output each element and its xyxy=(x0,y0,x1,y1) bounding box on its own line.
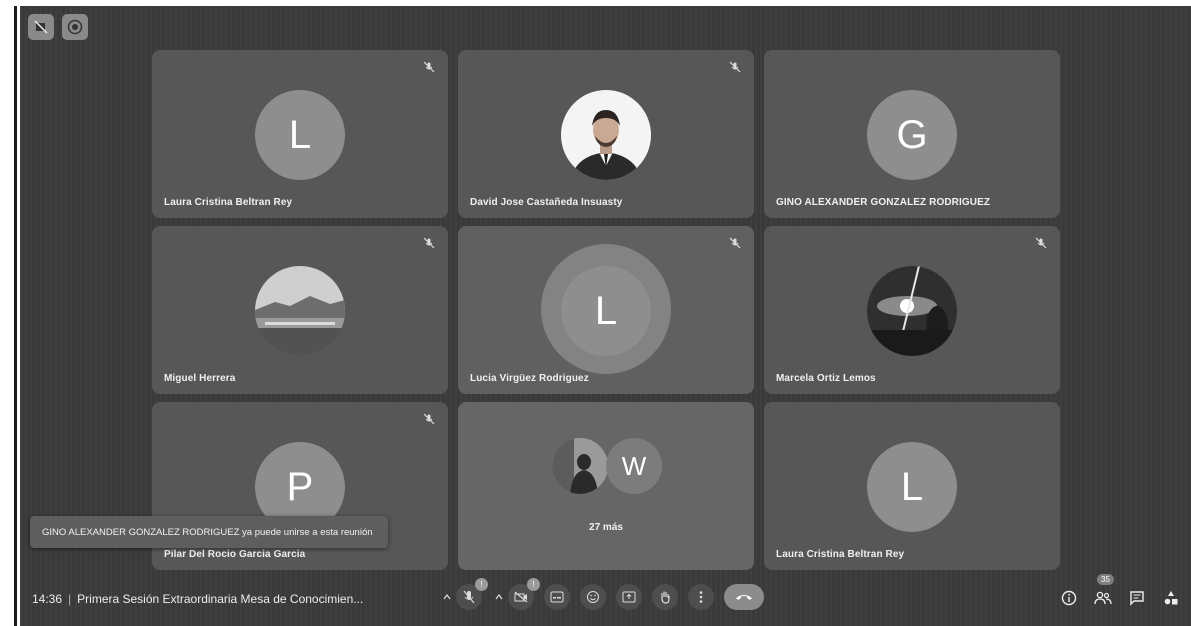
people-button[interactable]: 35 xyxy=(1093,574,1114,608)
more-participants-tile[interactable]: W 27 más xyxy=(458,402,754,570)
end-call-icon xyxy=(736,595,752,600)
participant-tile[interactable]: David Jose Castañeda Insuasty xyxy=(458,50,754,218)
top-left-controls xyxy=(28,14,88,40)
mic-off-icon xyxy=(422,412,436,426)
microphone-button[interactable]: ! xyxy=(456,578,488,610)
camera-icon xyxy=(514,591,528,603)
mic-off-icon xyxy=(422,236,436,250)
participant-tile[interactable]: Miguel Herrera xyxy=(152,226,448,394)
participant-name: David Jose Castañeda Insuasty xyxy=(470,197,623,208)
mic-off-icon xyxy=(1034,236,1048,250)
more-options-icon xyxy=(699,591,703,603)
present-screen-icon xyxy=(622,591,636,603)
chevron-up-icon[interactable] xyxy=(492,590,506,604)
chat-icon[interactable] xyxy=(1127,588,1147,608)
avatar-photo xyxy=(561,90,651,180)
mic-off-icon xyxy=(422,60,436,74)
raise-hand-icon xyxy=(661,591,670,604)
avatar-photo xyxy=(552,438,608,494)
participant-name: Marcela Ortiz Lemos xyxy=(776,373,876,384)
left-border xyxy=(14,6,17,626)
captions-button[interactable] xyxy=(544,584,570,610)
meeting-separator: | xyxy=(68,592,72,606)
join-notification: GINO ALEXANDER GONZALEZ RODRIGUEZ ya pue… xyxy=(30,516,388,548)
participant-tile-speaking[interactable]: L Lucia Virgüez Rodriguez xyxy=(458,226,754,394)
captions-icon xyxy=(550,591,564,603)
emoji-button[interactable] xyxy=(580,584,606,610)
participant-tile[interactable]: L Laura Cristina Beltran Rey xyxy=(764,402,1060,570)
meeting-info: 14:36 | Primera Sesión Extraordinaria Mesa… xyxy=(32,592,363,606)
meeting-time: 14:36 xyxy=(32,592,63,606)
end-call-button[interactable] xyxy=(724,584,764,610)
camera-warning-badge: ! xyxy=(527,578,540,591)
mic-off-icon xyxy=(728,60,742,74)
record-icon[interactable] xyxy=(62,14,88,40)
participant-name: Pilar Del Rocio Garcia Garcia xyxy=(164,549,306,560)
participant-tile[interactable]: Marcela Ortiz Lemos xyxy=(764,226,1060,394)
participant-tile[interactable]: L Laura Cristina Beltran Rey xyxy=(152,50,448,218)
people-icon xyxy=(1094,591,1112,605)
mic-warning-badge: ! xyxy=(475,578,488,591)
present-screen-button[interactable] xyxy=(616,584,642,610)
avatar: L xyxy=(561,266,651,356)
call-controls: ! ! xyxy=(440,578,764,610)
camera-off-icon[interactable] xyxy=(28,14,54,40)
camera-button[interactable]: ! xyxy=(508,578,540,610)
mic-off-icon xyxy=(728,236,742,250)
participant-name: Miguel Herrera xyxy=(164,373,236,384)
notification-text: GINO ALEXANDER GONZALEZ RODRIGUEZ ya pue… xyxy=(42,526,373,538)
avatar-photo xyxy=(255,266,345,356)
activities-icon[interactable] xyxy=(1161,588,1181,608)
info-icon[interactable] xyxy=(1059,588,1079,608)
more-options-button[interactable] xyxy=(688,584,714,610)
meeting-window: L Laura Cristina Beltran Rey David Jose … xyxy=(20,6,1191,626)
avatar: W xyxy=(606,438,662,494)
raise-hand-button[interactable] xyxy=(652,584,678,610)
meeting-title: Primera Sesión Extraordinaria Mesa de Co… xyxy=(77,592,364,606)
participant-tile[interactable]: G GINO ALEXANDER GONZALEZ RODRIGUEZ xyxy=(764,50,1060,218)
participant-count-badge: 35 xyxy=(1097,574,1114,585)
avatar: G xyxy=(867,90,957,180)
microphone-icon xyxy=(463,590,475,604)
bottom-bar: 14:36 | Primera Sesión Extraordinaria Mesa… xyxy=(20,574,1191,626)
chevron-up-icon[interactable] xyxy=(440,590,454,604)
side-controls: 35 xyxy=(1059,574,1181,608)
participant-name: GINO ALEXANDER GONZALEZ RODRIGUEZ xyxy=(776,197,991,208)
participant-name: Lucia Virgüez Rodriguez xyxy=(470,373,589,384)
avatar: L xyxy=(255,90,345,180)
participant-name: Laura Cristina Beltran Rey xyxy=(776,549,905,560)
more-participants-label: 27 más xyxy=(589,522,623,533)
emoji-icon xyxy=(587,591,599,603)
avatar: L xyxy=(867,442,957,532)
camera-control: ! xyxy=(492,578,540,610)
participant-name: Laura Cristina Beltran Rey xyxy=(164,197,293,208)
avatar-photo xyxy=(867,266,957,356)
mic-control: ! xyxy=(440,578,488,610)
